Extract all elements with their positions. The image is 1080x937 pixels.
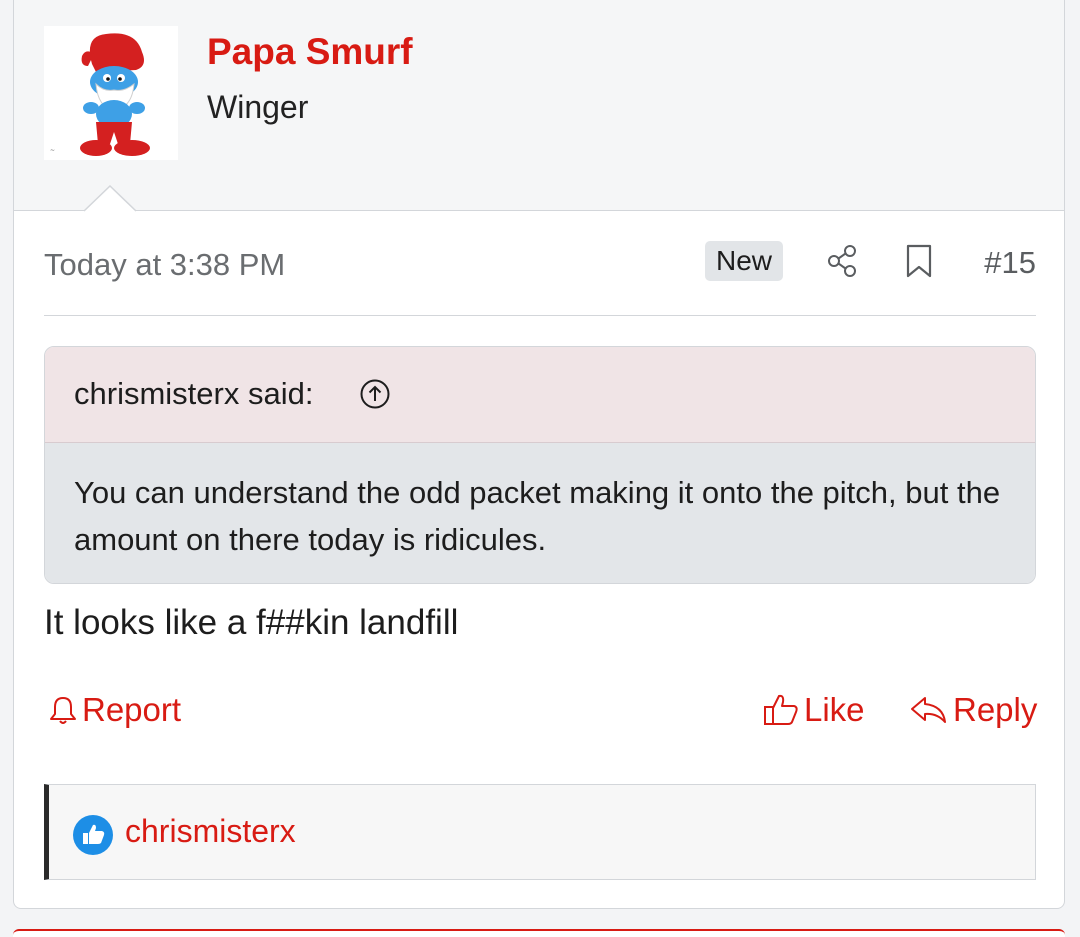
svg-text:~: ~ [50,147,55,154]
reactions-bar[interactable]: chrismisterx [44,784,1036,880]
like-reaction-icon [73,815,113,855]
report-label: Report [82,691,182,728]
smurf-avatar-image: ~ [44,26,178,160]
meta-divider [44,315,1036,316]
post-meta: Today at 3:38 PM New #15 [44,239,1036,289]
report-button[interactable]: Report [48,691,181,729]
quote-header: chrismisterx said: [45,347,1035,443]
thumbs-up-icon [764,694,798,725]
quote-text: You can understand the odd packet making… [45,443,1035,583]
reply-label: Reply [953,691,1038,728]
post-number-link[interactable]: #15 [984,245,1036,281]
quote-author[interactable]: chrismisterx said: [74,376,313,412]
reply-arrow-icon [911,697,946,723]
reply-button[interactable]: Reply [909,691,1037,729]
like-label: Like [804,691,865,728]
header-pointer-notch [84,185,136,212]
author-name[interactable]: Papa Smurf [207,31,413,73]
author-title: Winger [207,89,309,125]
reaction-user-link[interactable]: chrismisterx [125,813,296,850]
post-user-header: ~ Papa Smurf Winger [14,0,1064,212]
bell-icon [50,697,76,724]
bookmark-icon[interactable] [904,243,934,279]
post-timestamp[interactable]: Today at 3:38 PM [44,247,285,283]
arrow-up-circle-icon[interactable] [359,378,391,410]
post-body: It looks like a f##kin landfill [44,603,459,642]
post-card: ~ Papa Smurf Winger Today at 3:38 PM New… [13,0,1065,909]
quote-block: chrismisterx said: You can understand th… [44,346,1036,584]
avatar[interactable]: ~ [44,26,178,160]
new-badge: New [705,241,784,281]
share-icon[interactable] [826,243,860,279]
next-post-edge [13,929,1065,937]
like-button[interactable]: Like [762,691,865,729]
